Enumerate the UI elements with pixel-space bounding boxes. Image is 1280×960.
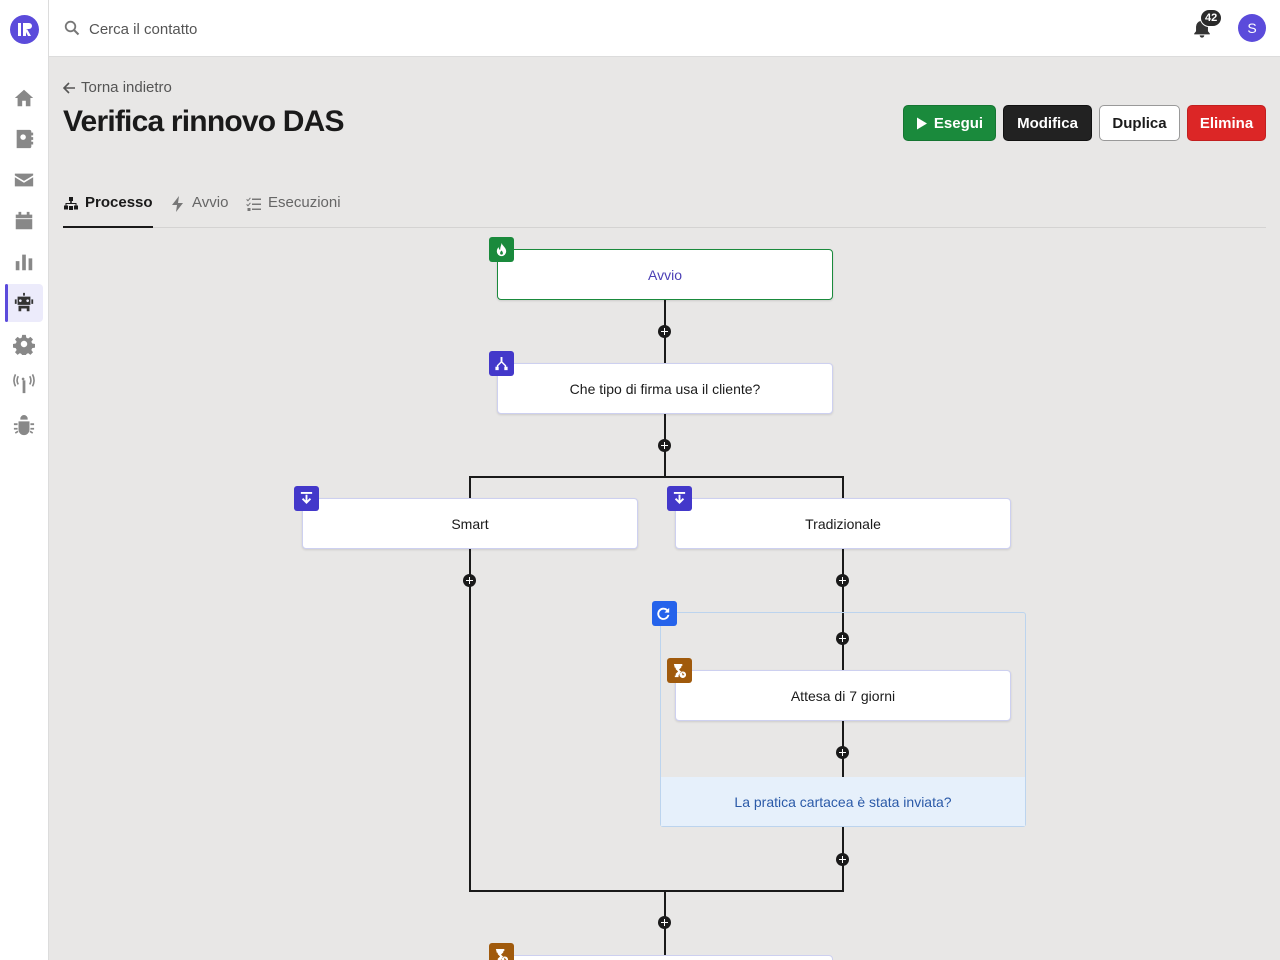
branch-node-badge xyxy=(489,351,514,376)
topbar: 42 S xyxy=(49,0,1280,57)
tab-avvio-label: Avvio xyxy=(192,194,229,211)
arrow-down-to-line-icon xyxy=(300,491,313,504)
tab-processo[interactable]: Processo xyxy=(63,194,153,228)
robot-icon xyxy=(14,292,34,312)
arrow-down-to-line-icon xyxy=(673,491,686,504)
start-node-badge xyxy=(489,237,514,262)
flow-node-option-smart[interactable]: Smart xyxy=(302,498,638,549)
bolt-icon xyxy=(172,196,183,212)
sidebar-item-debug[interactable] xyxy=(5,407,43,445)
antenna-icon xyxy=(13,373,35,394)
arrow-left-icon xyxy=(63,81,75,94)
sidebar xyxy=(0,0,49,960)
wait-node-badge xyxy=(667,658,692,683)
flow-node-next[interactable] xyxy=(497,955,833,960)
sidebar-item-reports[interactable] xyxy=(5,243,43,281)
add-step-button[interactable] xyxy=(836,746,849,759)
home-icon xyxy=(14,89,34,107)
sitemap-icon xyxy=(64,197,78,210)
notification-count-badge: 42 xyxy=(1200,9,1223,27)
gear-icon xyxy=(13,334,35,355)
flow-node-option-traditional[interactable]: Tradizionale xyxy=(675,498,1011,549)
split-icon xyxy=(495,356,508,371)
search-input[interactable] xyxy=(89,16,489,42)
add-step-button[interactable] xyxy=(836,632,849,645)
mail-icon xyxy=(14,173,34,187)
option-traditional-badge xyxy=(667,486,692,511)
play-icon xyxy=(916,117,927,129)
refresh-icon xyxy=(657,607,670,620)
duplicate-button[interactable]: Duplica xyxy=(1099,105,1180,141)
sidebar-item-calendar[interactable] xyxy=(5,202,43,240)
list-check-icon xyxy=(246,197,261,211)
logo[interactable] xyxy=(10,15,39,44)
tab-processo-label: Processo xyxy=(85,194,153,211)
flow-node-start[interactable]: Avvio xyxy=(497,249,833,300)
back-link[interactable]: Torna indietro xyxy=(63,79,172,96)
flow-node-branch[interactable]: Che tipo di firma usa il cliente? xyxy=(497,363,833,414)
chart-icon xyxy=(15,254,33,271)
page-title: Verifica rinnovo DAS xyxy=(63,105,345,138)
loop-badge xyxy=(652,601,677,626)
tab-esecuzioni[interactable]: Esecuzioni xyxy=(246,194,341,228)
sidebar-item-contacts[interactable] xyxy=(5,120,43,158)
add-step-button[interactable] xyxy=(658,439,671,452)
search-icon xyxy=(64,20,80,36)
flow-connectors xyxy=(469,300,844,960)
tab-avvio[interactable]: Avvio xyxy=(170,194,228,228)
loop-condition[interactable]: La pratica cartacea è stata inviata? xyxy=(661,777,1025,826)
tab-esecuzioni-label: Esecuzioni xyxy=(268,194,341,211)
add-step-button[interactable] xyxy=(836,574,849,587)
next-node-badge xyxy=(489,943,514,960)
fire-icon xyxy=(496,242,507,257)
back-link-label: Torna indietro xyxy=(81,79,172,96)
logo-mark-icon xyxy=(18,23,32,36)
sidebar-item-mail[interactable] xyxy=(5,161,43,199)
flow-node-wait[interactable]: Attesa di 7 giorni xyxy=(675,670,1011,721)
add-step-button[interactable] xyxy=(658,916,671,929)
sidebar-item-automations[interactable] xyxy=(5,284,43,322)
edit-button[interactable]: Modifica xyxy=(1003,105,1092,141)
tabs-divider xyxy=(63,227,1266,228)
calendar-icon xyxy=(15,211,33,230)
sidebar-item-home[interactable] xyxy=(5,79,43,117)
add-step-button[interactable] xyxy=(658,325,671,338)
option-smart-badge xyxy=(294,486,319,511)
contacts-icon xyxy=(16,129,34,149)
add-step-button[interactable] xyxy=(836,853,849,866)
user-avatar[interactable]: S xyxy=(1238,14,1266,42)
sidebar-item-settings[interactable] xyxy=(5,325,43,363)
add-step-button[interactable] xyxy=(463,574,476,587)
run-button-label: Esegui xyxy=(933,114,984,132)
sidebar-item-integrations[interactable] xyxy=(5,365,43,403)
delete-button[interactable]: Elimina xyxy=(1187,105,1266,141)
hourglass-clock-icon xyxy=(673,663,687,678)
run-button[interactable]: Esegui xyxy=(903,105,996,141)
hourglass-clock-icon xyxy=(495,948,508,960)
bug-icon xyxy=(13,415,35,436)
